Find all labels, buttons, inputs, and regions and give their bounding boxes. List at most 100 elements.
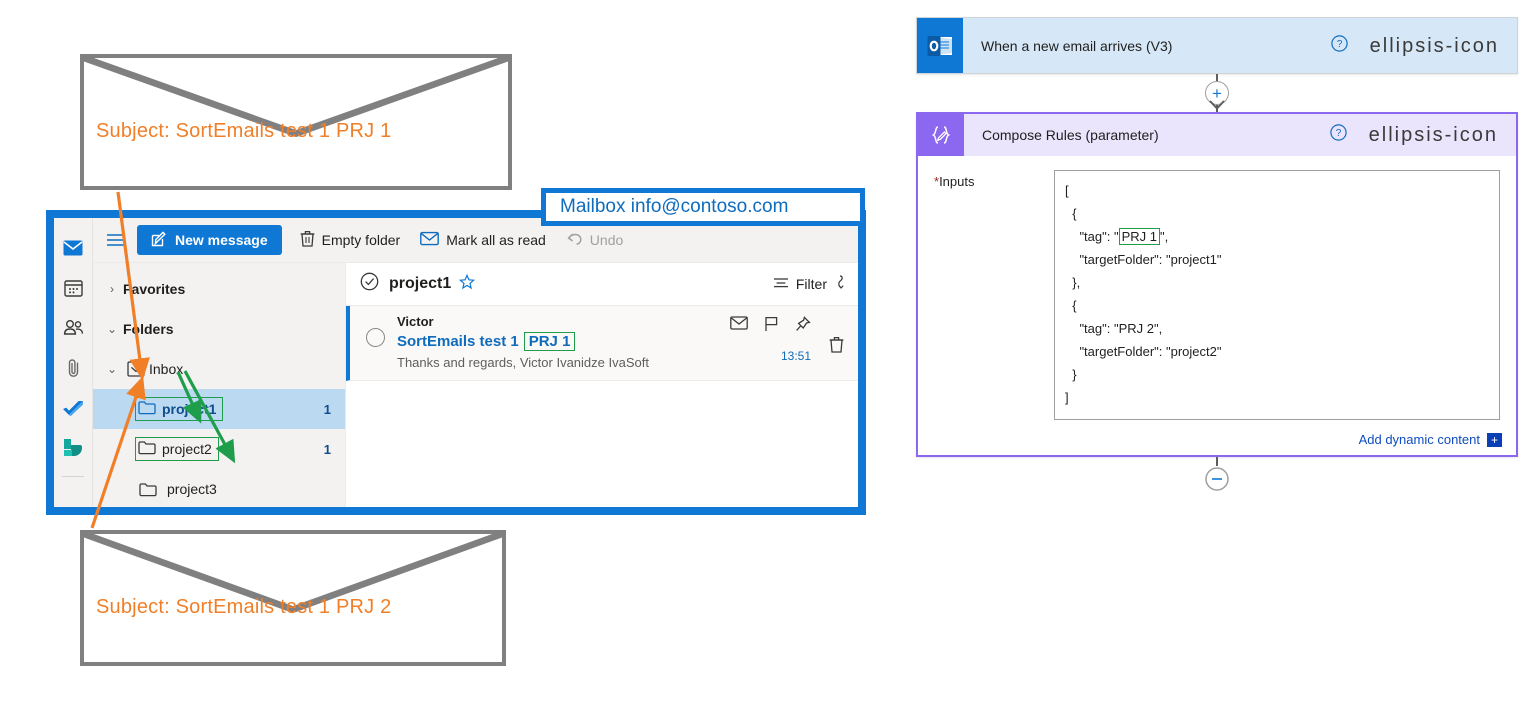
folder-label: Favorites (123, 281, 186, 297)
rail-divider (62, 476, 84, 477)
open-envelope-icon (420, 231, 440, 249)
hamburger-icon[interactable] (103, 227, 129, 253)
next-connector-partial (1205, 457, 1229, 491)
folder-unread-count: 1 (323, 441, 331, 457)
compose-actions: ? ellipsis-icon (1329, 114, 1516, 156)
message-subject: SortEmails test 1 PRJ 1 (397, 332, 730, 351)
folder-row-folders[interactable]: ⌄ Folders (93, 309, 345, 349)
envelope-bottom-subject: Subject: SortEmails test 1 PRJ 2 (96, 596, 392, 618)
folder-row-project2[interactable]: project2 1 (93, 429, 345, 469)
folder-label: project2 (162, 441, 212, 457)
inputs-code-editor[interactable]: [ { "tag": " PRJ 1 ", "targetFolder": "pro… (1054, 170, 1500, 420)
undo-button[interactable]: Undo (566, 231, 623, 249)
chevron-down-icon[interactable]: ⌄ (101, 322, 123, 336)
add-dynamic-content-label: Add dynamic content (1358, 432, 1480, 447)
message-row[interactable]: Victor SortEmails test 1 PRJ 1 Thanks an… (346, 306, 858, 381)
code-before: [ { "tag": " (1065, 183, 1119, 244)
message-list-header: project1 Filter (346, 263, 858, 306)
compose-pencil-icon (151, 230, 167, 250)
empty-folder-button[interactable]: Empty folder (300, 230, 401, 250)
envelope-bottom: Subject: SortEmails test 1 PRJ 2 (80, 530, 506, 666)
chevron-right-icon[interactable]: › (101, 282, 123, 296)
code-after: ", "targetFolder": "project1" }, { "tag"… (1065, 229, 1222, 405)
star-icon[interactable] (459, 273, 476, 295)
filter-label: Filter (795, 276, 827, 292)
message-text: Victor SortEmails test 1 PRJ 1 Thanks an… (397, 314, 730, 370)
compose-header: Compose Rules (parameter) ? ellipsis-ico… (918, 114, 1516, 156)
help-circle-icon[interactable]: ? (1329, 124, 1347, 146)
folder-row-inbox[interactable]: ⌄ Inbox (93, 349, 345, 389)
flow-bottom-connector (916, 457, 1518, 491)
message-sender: Victor (397, 314, 434, 329)
folder-icon (135, 482, 161, 497)
inbox-icon (123, 361, 149, 377)
undo-arrow-icon (566, 231, 583, 249)
folder-label: Folders (123, 321, 174, 337)
sort-down-icon[interactable] (834, 275, 846, 293)
message-list-title: project1 (389, 275, 452, 292)
filter-button[interactable]: Filter (773, 275, 846, 293)
new-message-button[interactable]: New message (137, 225, 282, 255)
bookings-icon (63, 438, 83, 463)
message-subject-main: SortEmails test 1 (397, 333, 519, 350)
message-right-column: 13:51 (730, 314, 815, 370)
message-hover-actions (730, 316, 811, 337)
add-dynamic-content-button[interactable]: Add dynamic content + (918, 426, 1516, 455)
envelope-top-subject: Subject: SortEmails test 1 PRJ 1 (96, 120, 392, 142)
folder-pane: › Favorites ⌄ Folders ⌄ Inbox project1 1… (93, 263, 346, 507)
message-preview: Thanks and regards, Victor Ivanidze IvaS… (397, 355, 649, 370)
folder-row-favorites[interactable]: › Favorites (93, 269, 345, 309)
ellipsis-icon[interactable]: ellipsis-icon (1370, 36, 1499, 56)
trigger-title: When a new email arrives (V3) (981, 37, 1173, 54)
delete-icon[interactable] (829, 336, 844, 370)
annotation-box-project1: project1 (135, 397, 224, 421)
todo-check-icon (62, 399, 84, 422)
svg-text:?: ? (1336, 39, 1342, 50)
unread-envelope-icon[interactable] (730, 316, 748, 337)
rail-item-calendar[interactable] (54, 270, 92, 310)
mailbox-window: New message Empty folder Mark all as rea… (46, 210, 866, 515)
svg-text:?: ? (1335, 128, 1341, 139)
screenshot-root: Subject: SortEmails test 1 PRJ 1 Subject… (0, 0, 1532, 719)
trash-icon (300, 230, 315, 250)
trigger-actions: ? ellipsis-icon (1330, 18, 1517, 73)
folder-icon (138, 400, 156, 418)
message-select-circle[interactable] (366, 328, 385, 347)
folder-label: project3 (167, 481, 217, 497)
mark-all-as-read-button[interactable]: Mark all as read (420, 231, 546, 249)
help-circle-icon[interactable]: ? (1330, 34, 1348, 57)
rail-item-mail[interactable] (54, 230, 92, 270)
rail-item-attachments[interactable] (54, 350, 92, 390)
pin-icon[interactable] (795, 316, 811, 337)
arrow-down-icon (1209, 97, 1225, 115)
ellipsis-icon[interactable]: ellipsis-icon (1369, 125, 1498, 145)
inputs-label-text: Inputs (939, 174, 975, 189)
plus-icon[interactable]: + (1486, 432, 1502, 447)
flow-card-compose[interactable]: Compose Rules (parameter) ? ellipsis-ico… (916, 112, 1518, 457)
message-time: 13:51 (780, 349, 811, 363)
message-subject-tag: PRJ 1 (523, 332, 576, 351)
folder-label: Inbox (149, 361, 184, 377)
annotation-box-project2: project2 (135, 437, 219, 461)
mailbox-main: New message Empty folder Mark all as rea… (93, 218, 858, 507)
filter-icon (773, 276, 789, 292)
rail-item-people[interactable] (54, 310, 92, 350)
folder-row-project3[interactable]: project3 (93, 469, 345, 509)
message-list: project1 Filter Victor SortEmails test 1… (346, 263, 858, 507)
compose-body: *Inputs [ { "tag": " PRJ 1 ", "targetFolde… (918, 156, 1516, 426)
flow-card-trigger[interactable]: When a new email arrives (V3) ? ellipsis… (916, 17, 1518, 74)
empty-folder-label: Empty folder (321, 232, 401, 248)
check-circle-icon[interactable] (360, 272, 379, 296)
mail-icon (63, 240, 83, 261)
rail-item-todo[interactable] (54, 390, 92, 430)
people-icon (63, 319, 84, 342)
folder-icon (138, 440, 156, 458)
folder-row-project1[interactable]: project1 1 (93, 389, 345, 429)
app-rail (54, 218, 93, 507)
chevron-down-icon[interactable]: ⌄ (101, 362, 123, 376)
compose-braces-icon (918, 114, 964, 156)
undo-label: Undo (589, 232, 624, 248)
rail-item-bookings[interactable] (54, 430, 92, 470)
mailbox-body: › Favorites ⌄ Folders ⌄ Inbox project1 1… (93, 263, 858, 507)
flag-icon[interactable] (764, 316, 779, 337)
